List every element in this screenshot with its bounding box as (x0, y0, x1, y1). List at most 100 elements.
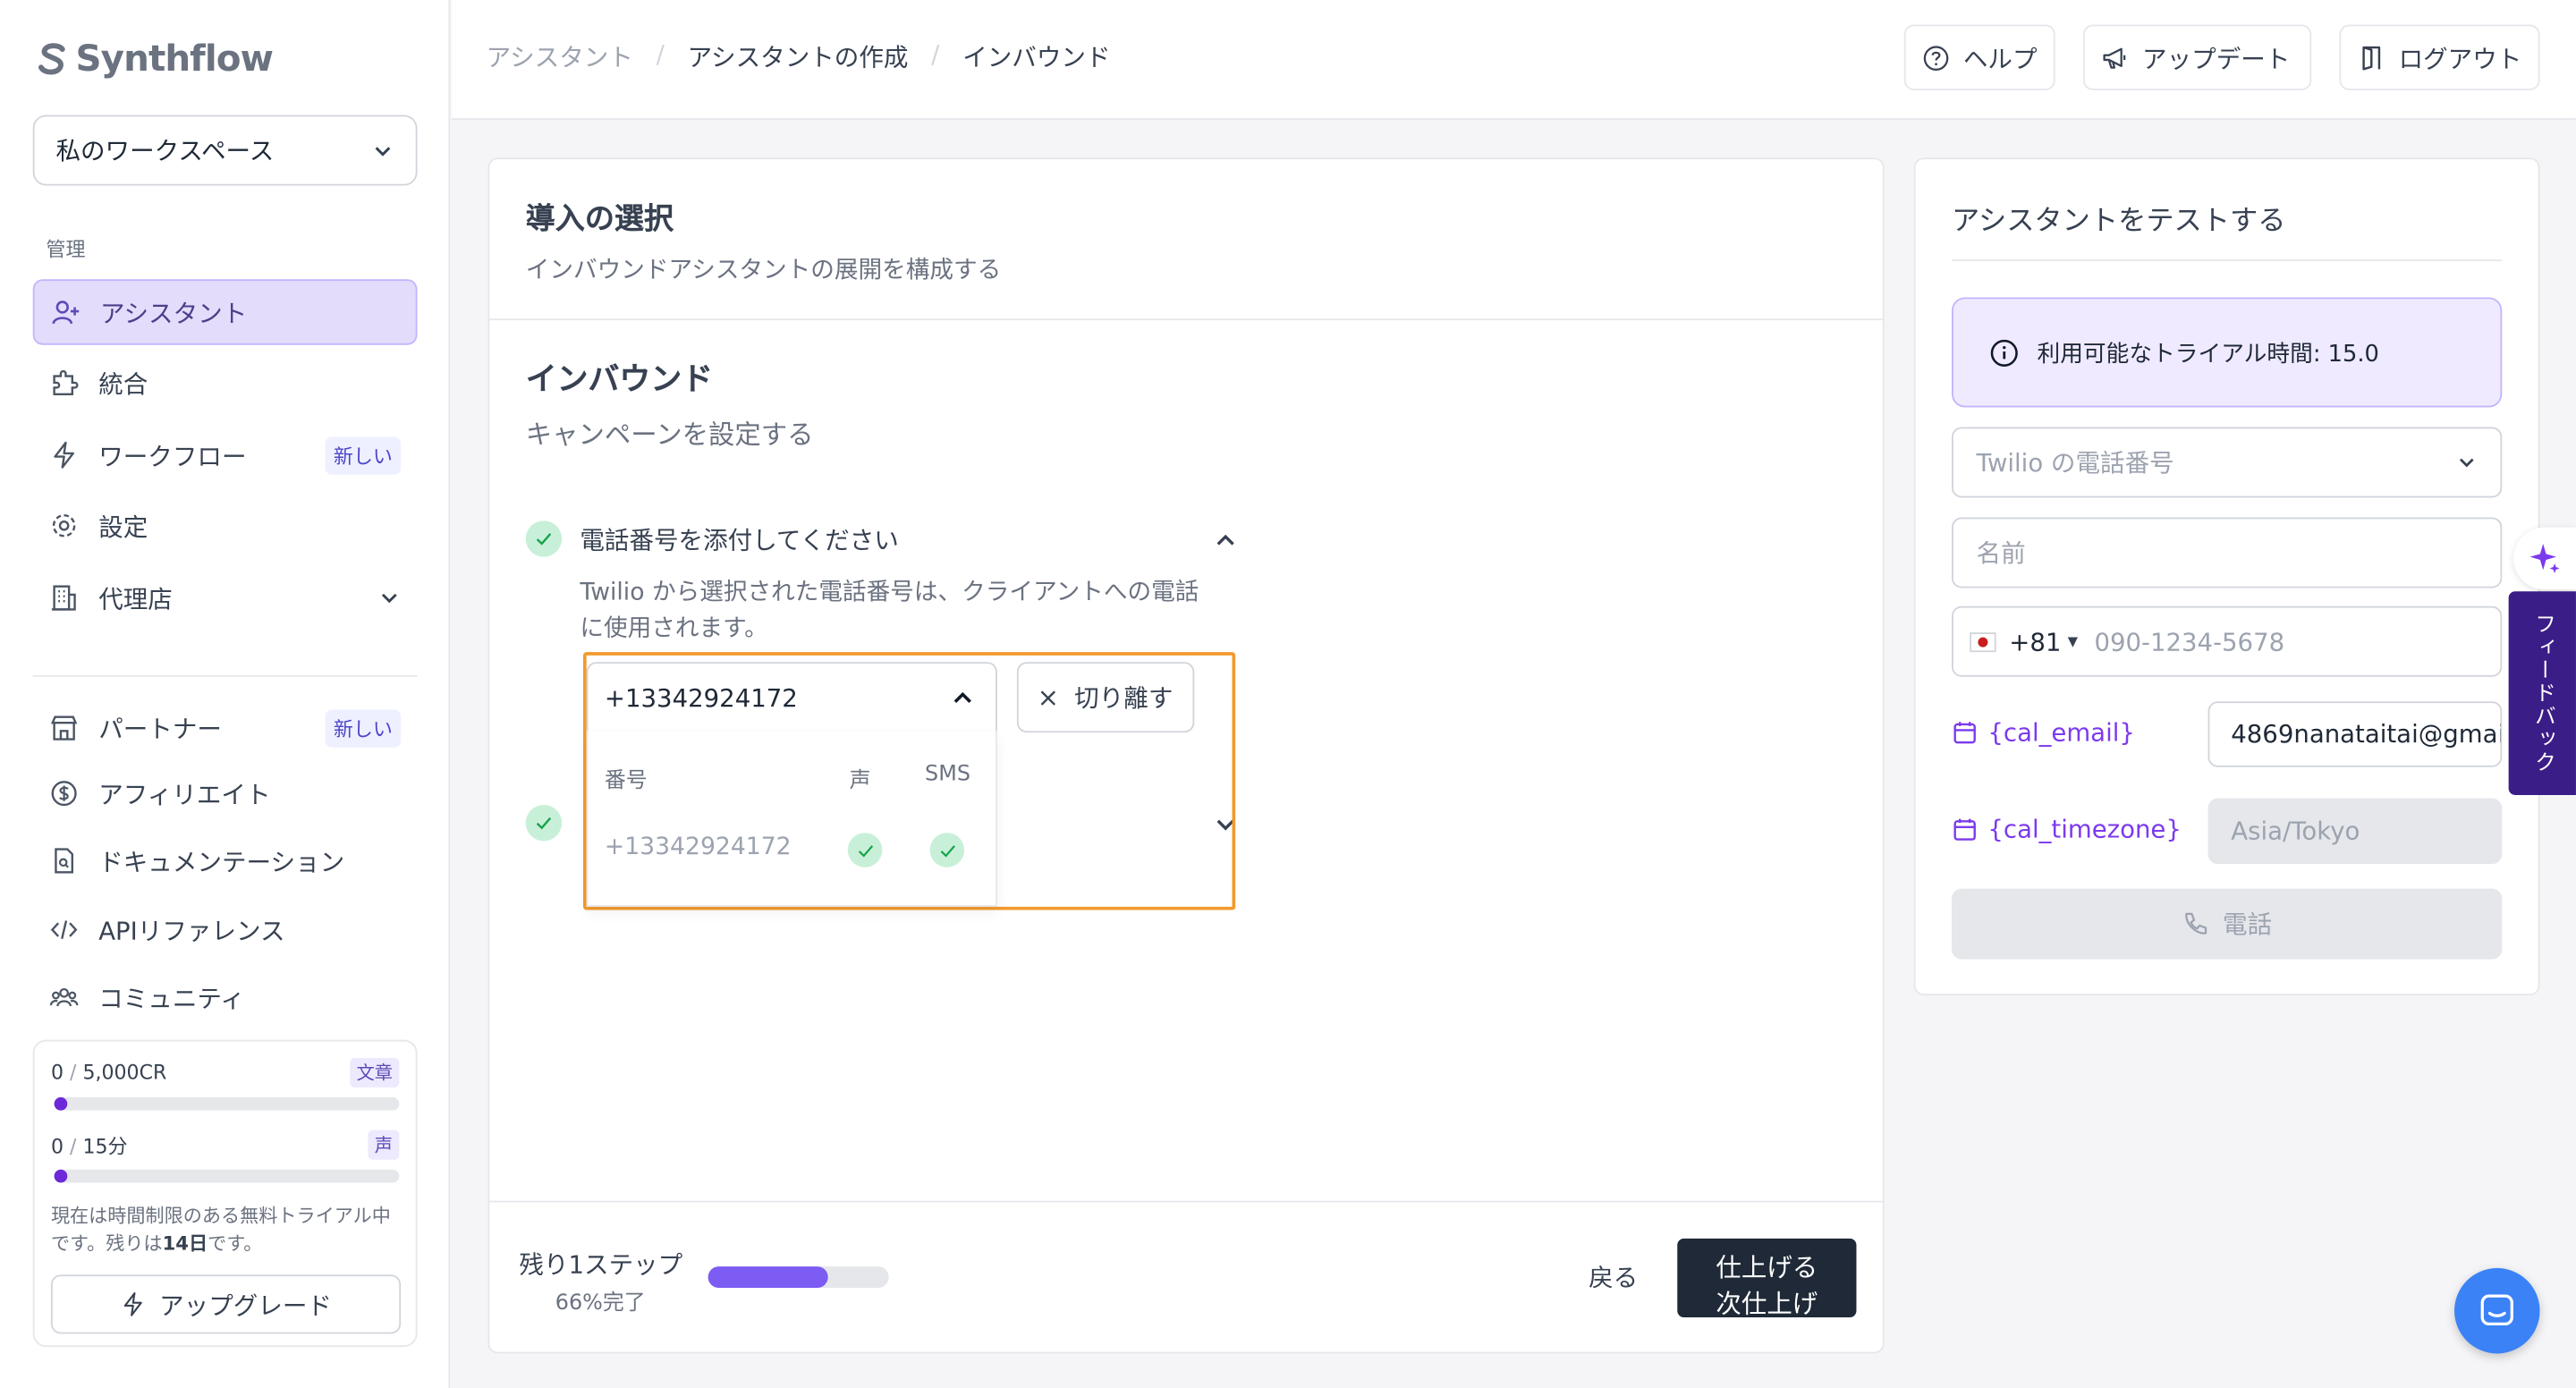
cal-email-text: {cal_email} (1987, 717, 2135, 748)
breadcrumb-item[interactable]: アシスタントの作成 (688, 39, 909, 74)
detach-button[interactable]: 切り離す (1016, 662, 1195, 733)
user-plus-icon (51, 297, 80, 326)
credits-usage-row: 0 / 5,000CR 文章 (50, 1057, 400, 1088)
new-badge: 新しい (325, 708, 402, 747)
feedback-tab[interactable]: フィードバック (2508, 591, 2576, 795)
chat-launcher-button[interactable] (2454, 1267, 2540, 1354)
sidebar-item-documentation[interactable]: ドキュメンテーション (33, 828, 418, 893)
sidebar-item-label: 代理店 (98, 583, 173, 614)
workspace-label: 私のワークスペース (55, 136, 275, 166)
sidebar-item-partners[interactable]: パートナー 新しい (33, 695, 418, 760)
step-label-attach-number[interactable]: 電話番号を添付してください (580, 522, 899, 557)
phone-number-select[interactable]: +13342924172 (586, 662, 997, 733)
logout-button[interactable]: ログアウト (2339, 24, 2540, 91)
sidebar-item-label: アフィリエイト (98, 779, 271, 809)
sidebar-item-integrations[interactable]: 統合 (33, 350, 418, 415)
bolt-icon (49, 440, 79, 470)
test-assistant-panel: アシスタントをテストする 利用可能なトライアル時間: 15.0 Twilio の… (1913, 157, 2540, 996)
code-icon (49, 915, 79, 944)
remaining-steps: 残り1ステップ (519, 1249, 683, 1280)
japan-flag-icon[interactable] (1970, 631, 1996, 652)
sparkle-icon (2529, 543, 2560, 574)
detach-label: 切り離す (1074, 683, 1174, 714)
credits-usage-fill (54, 1096, 68, 1111)
percent-complete: 66%完了 (555, 1291, 646, 1316)
document-icon (49, 846, 79, 876)
top-bar: アシスタント / アシスタントの作成 / インバウンド ヘルプ アップデート ロ… (452, 0, 2576, 121)
finish-label: 仕上げる (1716, 1253, 1818, 1283)
sidebar-item-label: ワークフロー (98, 441, 247, 471)
brand-name: Synthflow (75, 38, 274, 80)
selected-phone-number: +13342924172 (604, 682, 798, 713)
finish-sublabel: 次仕上げ (1716, 1289, 1818, 1318)
phone-placeholder: 090-1234-5678 (2094, 626, 2285, 656)
page-title: 導入の選択 (525, 201, 674, 237)
minutes-tag: 声 (368, 1130, 400, 1160)
door-exit-icon (2362, 45, 2381, 70)
step-complete-check-icon (525, 520, 563, 557)
sidebar-item-workflows[interactable]: ワークフロー 新しい (33, 422, 418, 487)
dropdown-option-number[interactable]: +13342924172 (605, 834, 792, 860)
section-title: インバウンド (525, 361, 714, 398)
sidebar-item-label: 統合 (98, 368, 148, 399)
puzzle-icon (49, 368, 79, 397)
credits-tag: 文章 (350, 1057, 400, 1088)
section-label-admin: 管理 (46, 238, 86, 262)
logout-label: ログアウト (2398, 43, 2522, 73)
chat-icon (2480, 1294, 2513, 1326)
column-header-number: 番号 (604, 768, 648, 794)
call-label: 電話 (2223, 910, 2273, 940)
name-input[interactable]: 名前 (1951, 517, 2503, 588)
building-icon (49, 583, 79, 613)
help-button[interactable]: ヘルプ (1903, 24, 2055, 91)
panel-title: アシスタントをテストする (1951, 205, 2286, 239)
close-icon (1040, 690, 1055, 705)
credits-used: 0 (50, 1061, 64, 1085)
trial-note-days: 14日 (162, 1231, 208, 1256)
workspace-select[interactable]: 私のワークスペース (32, 114, 418, 186)
finish-button[interactable]: 仕上げる 次仕上げ (1677, 1238, 1857, 1318)
chevron-down-icon (375, 146, 391, 156)
sidebar-item-community[interactable]: コミュニティ (33, 964, 418, 1029)
phone-number-dropdown: 番号 声 SMS +13342924172 (586, 731, 997, 907)
card-header: 導入の選択 インバウンドアシスタントの展開を構成する (489, 159, 1883, 321)
cal-timezone-input: Asia/Tokyo (2207, 798, 2503, 865)
sidebar-item-settings[interactable]: 設定 (33, 493, 418, 558)
back-button[interactable]: 戻る (1589, 1260, 1638, 1295)
phone-input[interactable]: +81 ▼ 090-1234-5678 (1951, 605, 2503, 677)
trial-time-notice: 利用可能なトライアル時間: 15.0 (1951, 297, 2503, 408)
progress-fill (708, 1266, 827, 1288)
country-code[interactable]: +81 (2009, 627, 2061, 656)
twilio-number-select[interactable]: Twilio の電話番号 (1951, 427, 2503, 498)
chevron-up-icon[interactable] (1212, 528, 1238, 554)
column-header-sms: SMS (925, 762, 971, 787)
calendar-icon (1953, 818, 1976, 841)
sidebar-item-label: APIリファレンス (98, 915, 285, 946)
sidebar-item-affiliate[interactable]: アフィリエイト (33, 760, 418, 825)
credits-usage-bar (54, 1096, 400, 1111)
sidebar-item-assistants[interactable]: アシスタント (32, 279, 418, 345)
trial-note-suffix: です。 (208, 1231, 263, 1256)
cal-timezone-label: {cal_timezone} (1952, 815, 2182, 844)
footer-divider (489, 1200, 1883, 1203)
sidebar-item-agency[interactable]: 代理店 (33, 565, 418, 631)
updates-label: アップデート (2142, 43, 2291, 73)
sidebar: Synthflow 私のワークスペース 管理 アシスタント 統合 ワークフロー … (0, 0, 451, 1388)
breadcrumb-item[interactable]: アシスタント (487, 39, 633, 74)
sidebar-item-label: アシスタント (100, 298, 248, 328)
updates-button[interactable]: アップデート (2082, 24, 2312, 91)
minutes-total: 15分 (82, 1134, 128, 1157)
upgrade-button[interactable]: アップグレード (50, 1274, 402, 1334)
cal-email-input[interactable]: 4869nanataitai@gmail (2207, 701, 2503, 767)
cal-email-label: {cal_email} (1952, 718, 2135, 748)
ai-sparkle-button[interactable] (2513, 527, 2576, 590)
phone-icon (2185, 912, 2207, 935)
voice-enabled-check-icon (847, 833, 883, 868)
sidebar-item-api-reference[interactable]: APIリファレンス (33, 897, 418, 962)
synthflow-logo[interactable]: Synthflow (36, 36, 274, 81)
synthflow-logo-icon (38, 43, 65, 75)
caret-down-icon[interactable]: ▼ (2068, 634, 2078, 649)
breadcrumb: アシスタント / アシスタントの作成 / インバウンド (487, 39, 1111, 74)
credits-total: 5,000CR (82, 1061, 167, 1085)
call-button[interactable]: 電話 (1951, 888, 2503, 960)
